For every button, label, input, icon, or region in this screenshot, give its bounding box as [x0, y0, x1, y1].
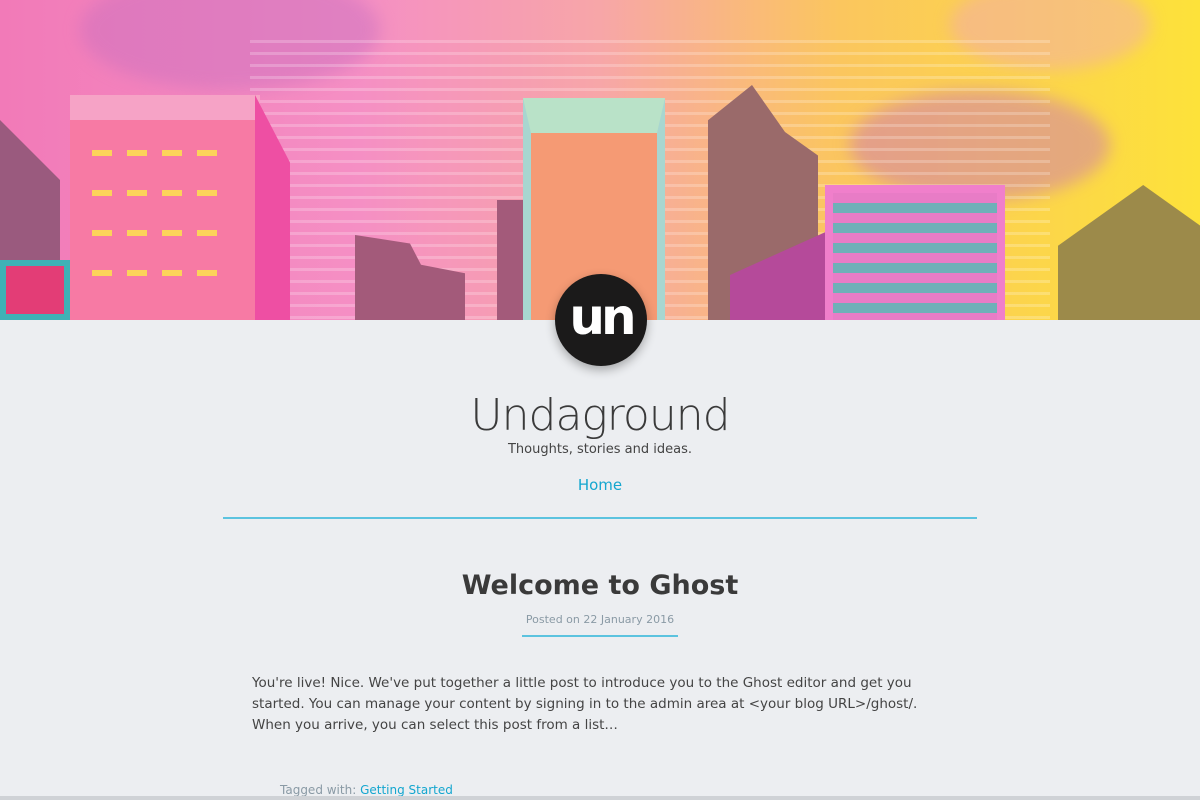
post-tags: Tagged with: Getting Started [280, 783, 453, 797]
post-title[interactable]: Welcome to Ghost [0, 570, 1200, 601]
blog-title: Undaground [470, 390, 730, 441]
nav-home-link[interactable]: Home [0, 476, 1200, 494]
header-cover-image [0, 0, 1200, 320]
blog-tagline: Thoughts, stories and ideas. [507, 442, 692, 457]
tag-link[interactable]: Getting Started [360, 783, 453, 797]
logo-mark: un [569, 288, 636, 346]
post-date: Posted on 22 January 2016 [525, 613, 675, 626]
header-divider [223, 517, 977, 519]
blog-logo[interactable]: un [555, 274, 647, 366]
tagged-label: Tagged with: [280, 783, 357, 797]
post-excerpt: You're live! Nice. We've put together a … [252, 675, 918, 733]
post-divider [522, 635, 678, 637]
page-bottom-border [0, 796, 1200, 800]
